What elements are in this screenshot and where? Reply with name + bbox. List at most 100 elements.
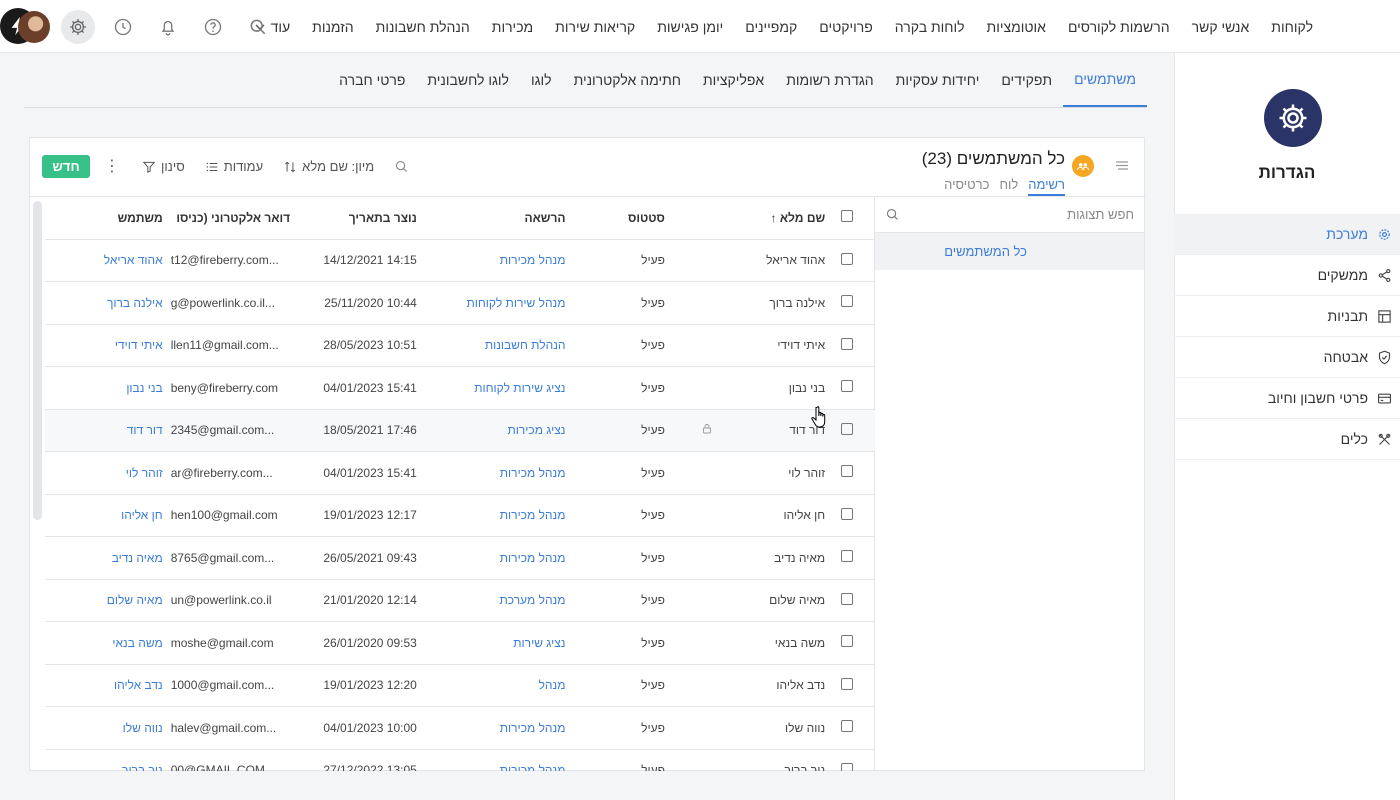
table-row[interactable]: מאיה נדיב פעיל מנהל מכירות 09:43 26/05/2021…	[45, 536, 875, 580]
header-email[interactable]: דואר אלקטרוני (כניסו	[170, 197, 299, 240]
view-list[interactable]: רשימה	[1028, 177, 1065, 196]
sidebar-item-system[interactable]: מערכת	[1174, 214, 1400, 255]
global-search-button[interactable]	[241, 10, 275, 44]
row-checkbox[interactable]	[833, 366, 875, 410]
permission-link[interactable]: מנהל שירות לקוחות	[466, 296, 565, 310]
cell-user[interactable]: איתי דוידי	[45, 324, 171, 367]
new-button[interactable]: חדש	[42, 155, 90, 178]
cell-user[interactable]: ניר ברוך	[45, 749, 171, 771]
cell-permission[interactable]: מנהל מכירות	[424, 494, 574, 537]
header-status[interactable]: סטטוס	[573, 197, 673, 240]
table-row[interactable]: בני נבון פעיל נציג שירות לקוחות 15:41 04/01…	[45, 366, 875, 410]
table-row[interactable]: מאיה שלום פעיל מנהל מערכת 12:14 21/01/2020 u…	[45, 579, 875, 622]
header-full-name[interactable]: שם מלא ↑	[712, 197, 834, 240]
cell-permission[interactable]: נציג מכירות	[424, 409, 574, 452]
cell-user[interactable]: מאיה שלום	[45, 579, 171, 622]
permission-link[interactable]: נציג שירות	[513, 636, 565, 650]
menu-icon[interactable]	[1116, 161, 1128, 170]
vertical-scrollbar[interactable]	[33, 201, 42, 520]
cell-permission[interactable]: הנהלת חשבונות	[424, 324, 574, 367]
row-checkbox[interactable]	[833, 451, 875, 495]
sidebar-item-tools[interactable]: כלים	[1174, 419, 1400, 460]
cell-user[interactable]: מאיה נדיב	[45, 536, 171, 580]
tab-logo[interactable]: לוגו	[520, 53, 563, 107]
permission-link[interactable]: מנהל מכירות	[500, 551, 566, 565]
history-button[interactable]	[106, 10, 140, 44]
table-search-button[interactable]	[394, 159, 409, 174]
nav-item-orders[interactable]: הזמנות	[301, 19, 365, 35]
table-row[interactable]: אילנה ברוך פעיל מנהל שירות לקוחות 10:44 25/…	[45, 281, 875, 325]
cell-user[interactable]: משה בנאי	[45, 621, 171, 665]
cell-user[interactable]: אילנה ברוך	[45, 281, 171, 325]
tab-applications[interactable]: אפליקציות	[692, 53, 775, 107]
table-row[interactable]: איתי דוידי פעיל הנהלת חשבונות 10:51 28/05/2…	[45, 324, 875, 367]
notifications-button[interactable]	[151, 10, 185, 44]
row-checkbox[interactable]	[833, 281, 875, 325]
row-checkbox[interactable]	[833, 579, 875, 622]
user-link[interactable]: משה בנאי	[112, 636, 162, 650]
row-checkbox[interactable]	[833, 706, 875, 750]
user-link[interactable]: איתי דוידי	[115, 338, 163, 352]
tab-company-details[interactable]: פרטי חברה	[328, 53, 416, 107]
sidebar-item-security[interactable]: אבטחה	[1174, 337, 1400, 378]
columns-button[interactable]: עמודות	[205, 159, 263, 174]
nav-item-dashboards[interactable]: לוחות בקרה	[884, 19, 976, 35]
permission-link[interactable]: מנהל מכירות	[500, 466, 566, 480]
tab-e-signature[interactable]: חתימה אלקטרונית	[563, 53, 692, 107]
nav-item-automations[interactable]: אוטומציות	[976, 19, 1057, 35]
nav-item-accounting[interactable]: הנהלת חשבונות	[365, 19, 481, 35]
user-link[interactable]: בני נבון	[126, 381, 162, 395]
nav-item-course-registrations[interactable]: הרשמות לקורסים	[1057, 19, 1181, 35]
table-row[interactable]: חן אליהו פעיל מנהל מכירות 12:17 19/01/2023 h…	[45, 494, 875, 537]
cell-user[interactable]: דור דוד	[45, 409, 171, 452]
user-link[interactable]: חן אליהו	[121, 508, 163, 522]
row-checkbox[interactable]	[833, 749, 875, 771]
cell-user[interactable]: אהוד אריאל	[45, 239, 171, 282]
cell-permission[interactable]: נציג שירות	[424, 621, 574, 665]
permission-link[interactable]: מנהל מכירות	[500, 253, 566, 267]
table-row[interactable]: אהוד אריאל פעיל מנהל מכירות 14:15 14/12/202…	[45, 239, 875, 282]
row-checkbox[interactable]	[833, 239, 875, 282]
row-checkbox[interactable]	[833, 324, 875, 367]
permission-link[interactable]: מנהל מכירות	[500, 508, 566, 522]
table-row[interactable]: דור דוד פעיל נציג מכירות 17:46 18/05/2021 23…	[45, 409, 875, 452]
user-link[interactable]: נווה שלו	[123, 721, 163, 735]
user-avatar[interactable]	[18, 11, 50, 43]
cell-permission[interactable]: מנהל מכירות	[424, 706, 574, 750]
nav-item-calendar[interactable]: יומן פגישות	[646, 19, 734, 35]
user-link[interactable]: נדב אליהו	[114, 678, 163, 692]
user-link[interactable]: ניר ברוך	[122, 763, 163, 771]
cell-permission[interactable]: מנהל מכירות	[424, 239, 574, 282]
cell-user[interactable]: זוהר לוי	[45, 451, 171, 495]
cell-permission[interactable]: מנהל מכירות	[424, 451, 574, 495]
user-link[interactable]: מאיה נדיב	[112, 551, 163, 565]
filter-button[interactable]: סינון	[142, 159, 185, 174]
saved-view-all-users[interactable]: כל המשתמשים	[875, 233, 1144, 270]
more-options-icon[interactable]: ⋮	[104, 158, 120, 175]
sidebar-item-integrations[interactable]: ממשקים	[1174, 255, 1400, 296]
settings-button[interactable]	[61, 10, 95, 44]
table-row[interactable]: זוהר לוי פעיל מנהל מכירות 15:41 04/01/2023 a…	[45, 451, 875, 495]
table-row[interactable]: משה בנאי פעיל נציג שירות 09:53 26/01/2020 mo…	[45, 621, 875, 665]
tab-invoice-logo[interactable]: לוגו לחשבונית	[416, 53, 520, 107]
user-link[interactable]: דור דוד	[127, 423, 163, 437]
cell-permission[interactable]: מנהל מערכת	[424, 579, 574, 622]
tab-business-units[interactable]: יחידות עסקיות	[885, 53, 991, 107]
view-title[interactable]: כל המשתמשים (23)	[922, 149, 1065, 169]
user-link[interactable]: אילנה ברוך	[107, 296, 163, 310]
view-card[interactable]: כרטיסיה	[944, 177, 989, 196]
permission-link[interactable]: נציג שירות לקוחות	[474, 381, 565, 395]
table-row[interactable]: נווה שלו פעיל מנהל מכירות 10:00 04/01/2023 h…	[45, 706, 875, 750]
cell-user[interactable]: חן אליהו	[45, 494, 171, 537]
row-checkbox[interactable]	[833, 621, 875, 665]
cell-permission[interactable]: מנהל מכירות	[424, 749, 574, 771]
permission-link[interactable]: הנהלת חשבונות	[485, 338, 566, 352]
user-link[interactable]: מאיה שלום	[107, 593, 163, 607]
cell-permission[interactable]: מנהל מכירות	[424, 536, 574, 580]
cell-user[interactable]: בני נבון	[45, 366, 171, 410]
tab-record-settings[interactable]: הגדרת רשומות	[775, 53, 884, 107]
views-search-input[interactable]: חפש תצוגות	[875, 197, 1144, 233]
row-checkbox[interactable]	[833, 494, 875, 537]
permission-link[interactable]: נציג מכירות	[507, 423, 565, 437]
cell-user[interactable]: נווה שלו	[45, 706, 171, 750]
